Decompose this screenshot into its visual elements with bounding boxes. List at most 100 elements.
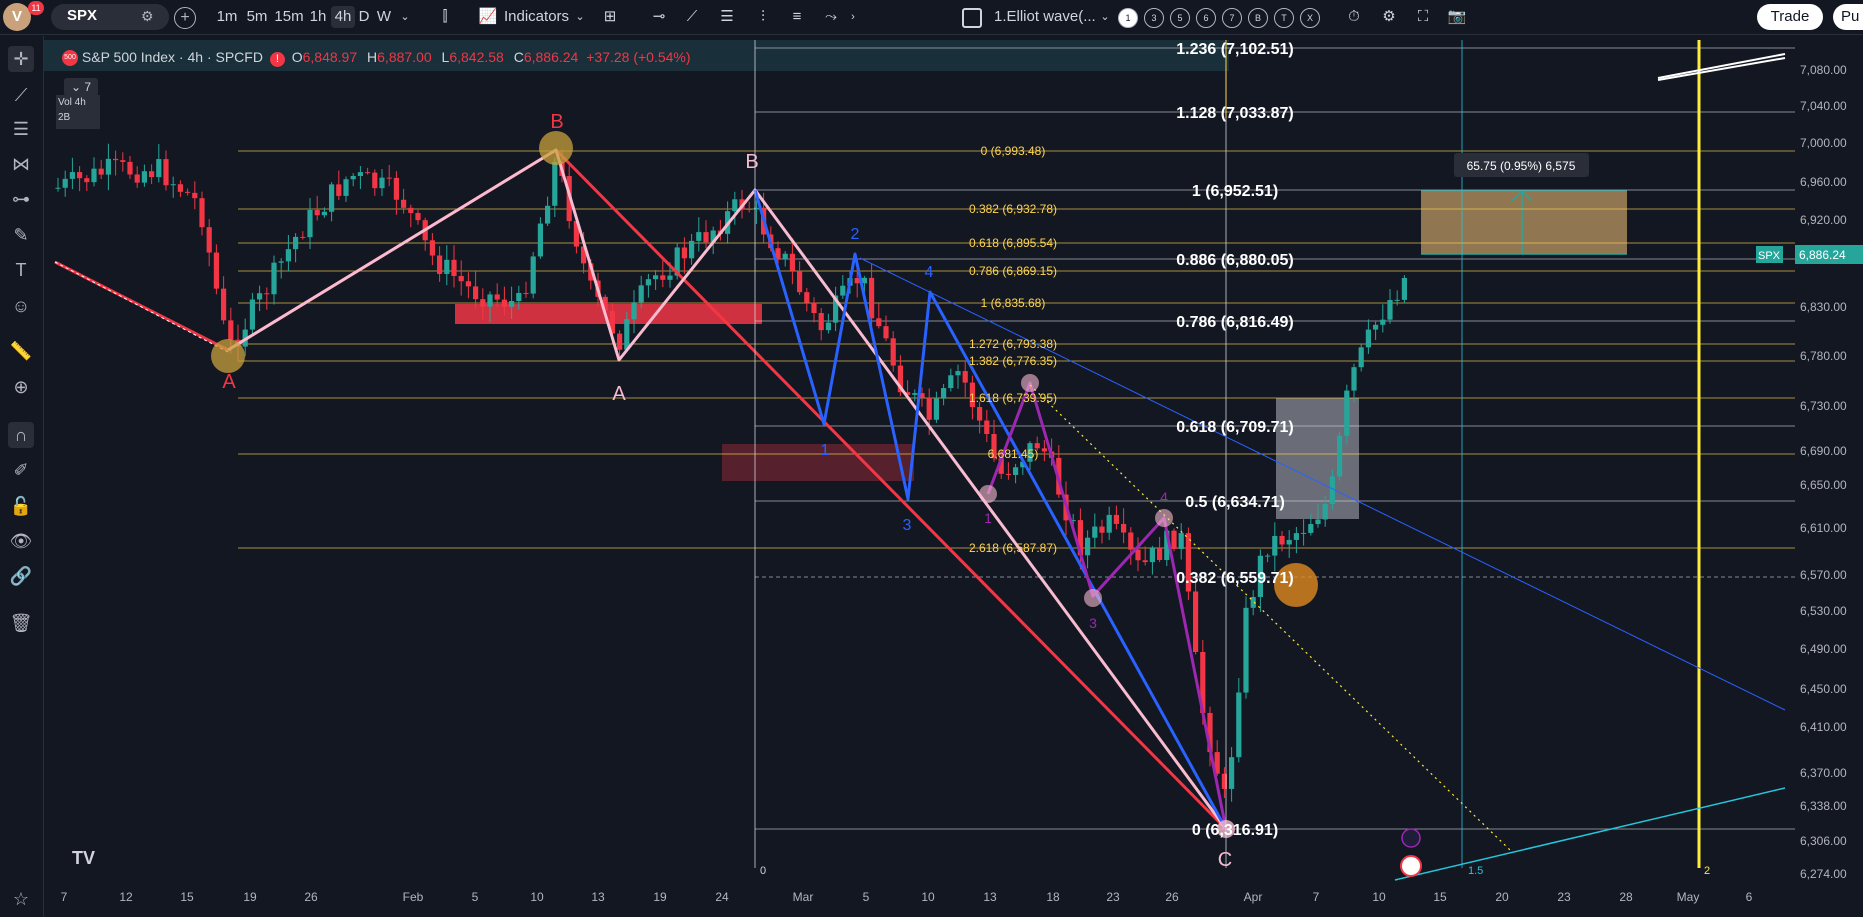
- wave-label-pink: C: [1218, 849, 1232, 871]
- fullscreen-icon[interactable]: ⛶: [1412, 6, 1434, 28]
- alert-icon[interactable]: ⏱: [1343, 6, 1365, 28]
- layout-checkbox[interactable]: [962, 8, 982, 28]
- series-title[interactable]: S&P 500 Index · 4h · SPCFD: [82, 49, 263, 65]
- alert-badge-icon[interactable]: !: [269, 52, 285, 67]
- symbol-settings-icon[interactable]: ⚙: [141, 8, 154, 25]
- candle-body: [552, 161, 558, 206]
- pencil-lock-icon[interactable]: ✐: [8, 457, 34, 483]
- add-symbol-icon[interactable]: +: [174, 7, 196, 29]
- interval-dropdown-icon[interactable]: ⌄: [398, 6, 412, 28]
- trade-button[interactable]: Trade: [1757, 4, 1823, 30]
- fib-icon[interactable]: ☰: [8, 116, 34, 142]
- fib-tool-icon[interactable]: ☰: [716, 6, 738, 28]
- legend-collapse-button[interactable]: ⌄ 7: [64, 78, 98, 96]
- trendline-icon[interactable]: ⟋: [8, 82, 34, 108]
- chart-canvas[interactable]: 0 (6,993.48) 0.382 (6,932.78) 0.618 (6,895…: [44, 36, 1863, 917]
- wave-degree-t[interactable]: T: [1274, 8, 1294, 28]
- interval-w[interactable]: W: [375, 6, 393, 28]
- trendline-tool-icon[interactable]: ⟋: [681, 6, 703, 28]
- link-icon[interactable]: 🔗: [8, 563, 34, 589]
- overlay-line-1: Vol 4h: [58, 97, 86, 108]
- brush-icon[interactable]: ✎: [8, 222, 34, 248]
- fib-extension-label: 0.5 (6,634.71): [1185, 494, 1285, 511]
- vline-label: 2: [1704, 865, 1710, 877]
- symbol-search-button[interactable]: SPX ⚙: [51, 4, 169, 30]
- price-axis-tick: 6,730.00: [1800, 399, 1847, 413]
- candle-body: [177, 184, 183, 192]
- candle-body: [120, 160, 126, 162]
- forecast-icon[interactable]: ⊶: [8, 186, 34, 212]
- path-tool-icon[interactable]: ⤳: [820, 6, 842, 28]
- emoji-icon[interactable]: ☺: [8, 293, 34, 319]
- candle-body: [228, 320, 234, 340]
- notification-badge: 11: [28, 1, 44, 15]
- candle-body: [1301, 532, 1307, 534]
- interval-15m[interactable]: 15m: [273, 6, 305, 28]
- event-us-flag-icon: [1400, 855, 1422, 877]
- candle-body: [264, 293, 270, 295]
- channel-tool-icon[interactable]: ≡: [786, 6, 808, 28]
- favorite-star-icon[interactable]: ☆: [8, 886, 34, 912]
- candle-body: [77, 172, 83, 179]
- candle-body: [1293, 533, 1299, 540]
- price-axis-tick: 7,000.00: [1800, 136, 1847, 150]
- candle-body: [278, 261, 284, 263]
- ruler-icon[interactable]: 📏: [8, 338, 34, 364]
- time-axis-tick: 26: [1165, 890, 1179, 904]
- tradingview-logo-icon: TV: [72, 848, 96, 868]
- price-axis-tick: 6,610.00: [1800, 521, 1847, 535]
- time-axis-tick: 23: [1106, 890, 1120, 904]
- horizontal-line-tool-icon[interactable]: ⊸: [648, 6, 670, 28]
- indicators-button[interactable]: Indicators: [504, 6, 578, 28]
- wave-degree-1[interactable]: 1: [1118, 8, 1138, 28]
- camera-icon[interactable]: 📷: [1446, 6, 1468, 28]
- candle-body: [192, 192, 198, 199]
- candle-body: [429, 240, 435, 256]
- trash-icon[interactable]: 🗑: [8, 610, 34, 636]
- candles-type-icon[interactable]: ⫿: [434, 6, 456, 28]
- publish-button[interactable]: Pu: [1833, 4, 1863, 30]
- text-icon[interactable]: T: [8, 257, 34, 283]
- time-axis-tick: 18: [1046, 890, 1060, 904]
- crosshair-icon[interactable]: ✛: [8, 46, 34, 72]
- zoom-icon[interactable]: ⊕: [8, 374, 34, 400]
- candle-body: [465, 281, 471, 287]
- candle-body: [156, 159, 162, 178]
- wave-degree-5[interactable]: 5: [1170, 8, 1190, 28]
- price-axis-tick: 6,370.00: [1800, 766, 1847, 780]
- wave-degree-x[interactable]: X: [1300, 8, 1320, 28]
- wave-label-blue: 4: [925, 264, 934, 281]
- interval-4h[interactable]: 4h: [331, 6, 355, 28]
- wave-degree-3[interactable]: 3: [1144, 8, 1164, 28]
- vertical-line-tool-icon[interactable]: ⫶: [752, 6, 774, 28]
- candle-body: [1157, 548, 1163, 560]
- avatar[interactable]: V: [3, 3, 31, 31]
- chart-pane[interactable]: 0 (6,993.48) 0.382 (6,932.78) 0.618 (6,895…: [44, 36, 1863, 917]
- interval-d[interactable]: D: [356, 6, 372, 28]
- time-axis-tick: 23: [1557, 890, 1571, 904]
- candle-body: [69, 172, 75, 179]
- wave-degree-6[interactable]: 6: [1196, 8, 1216, 28]
- wave-degree-7[interactable]: 7: [1222, 8, 1242, 28]
- indicators-dropdown-icon[interactable]: ⌄: [573, 6, 587, 28]
- candle-body: [1128, 532, 1134, 550]
- layout-name[interactable]: 1.Elliot wave(...: [994, 6, 1100, 28]
- settings-gear-icon[interactable]: ⚙: [1378, 6, 1400, 28]
- wave-degree-b[interactable]: B: [1248, 8, 1268, 28]
- indicators-icon[interactable]: 📈: [477, 6, 499, 28]
- layouts-icon[interactable]: ⊞: [599, 6, 621, 28]
- price-axis-tick: 6,490.00: [1800, 642, 1847, 656]
- candle-body: [314, 210, 320, 216]
- candle-body: [537, 223, 543, 257]
- lock-icon[interactable]: 🔓: [8, 493, 34, 519]
- magnet-icon[interactable]: ∩: [8, 422, 34, 448]
- candle-body: [84, 178, 90, 183]
- dotted-trendline: [1029, 384, 1511, 851]
- pattern-icon[interactable]: ⋈: [8, 151, 34, 177]
- interval-1h[interactable]: 1h: [306, 6, 330, 28]
- eye-icon[interactable]: 👁: [8, 528, 34, 554]
- interval-1m[interactable]: 1m: [213, 6, 241, 28]
- layout-dropdown-icon[interactable]: ⌄: [1098, 6, 1112, 28]
- interval-5m[interactable]: 5m: [243, 6, 271, 28]
- more-tools-icon[interactable]: ›: [848, 6, 858, 28]
